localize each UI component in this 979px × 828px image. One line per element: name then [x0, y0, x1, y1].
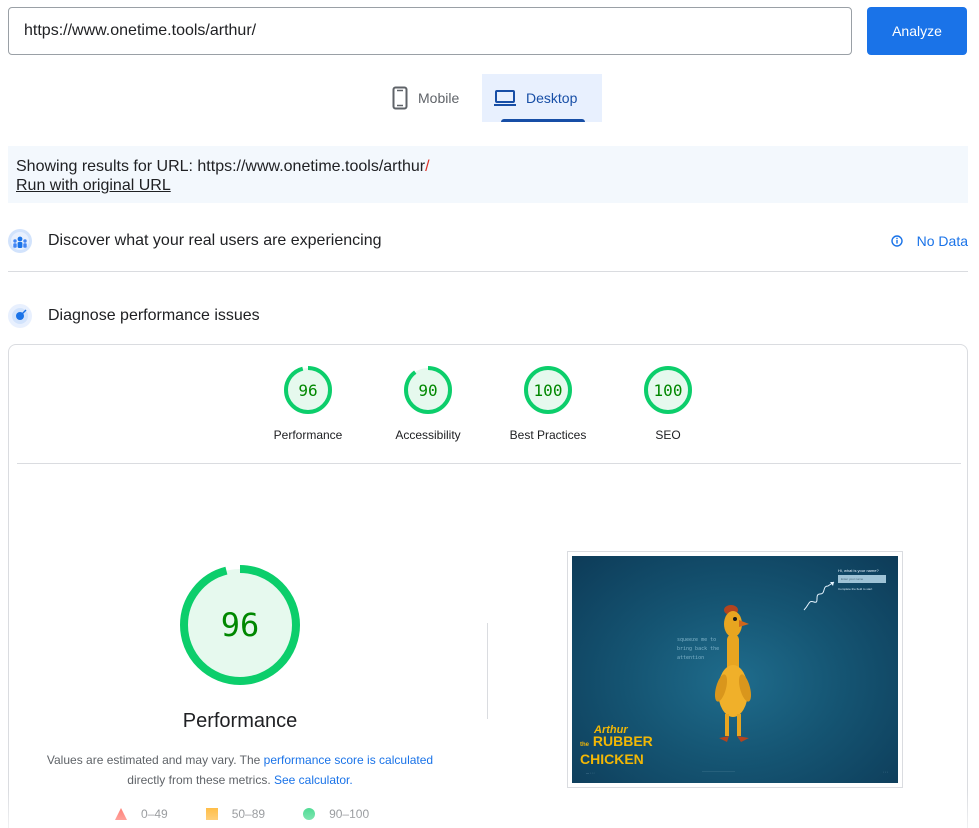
gauge-accessibility-value: 90 [418, 381, 437, 400]
gauge-ring: 96 [180, 565, 300, 685]
gauge-ring: 96 [284, 366, 332, 414]
disclaimer-text: Values are estimated and may vary. The [46, 753, 264, 767]
legend-poor-label: 0–49 [141, 807, 168, 821]
gauge-accessibility[interactable]: 90 Accessibility [368, 365, 488, 442]
vertical-divider [487, 623, 488, 719]
no-data-label: No Data [916, 233, 968, 249]
tab-mobile[interactable]: Mobile [380, 74, 482, 122]
performance-score-large: 96 [221, 606, 260, 644]
see-calculator-link[interactable]: See calculator. [274, 773, 353, 787]
gauge-seo[interactable]: 100 SEO [608, 365, 728, 442]
rubber-chicken-image [714, 605, 752, 742]
lab-data-section: Diagnose performance issues [8, 296, 968, 336]
screenshot-logo: the RUBBER CHICKEN [580, 734, 653, 766]
screenshot-footer-left: — ◦ ◦ ◦ [586, 771, 595, 775]
notice-slash: / [425, 158, 430, 175]
run-original-url-link[interactable]: Run with original URL [16, 177, 171, 194]
performance-gauge-large: 96 [180, 565, 300, 690]
score-legend: 0–49 50–89 90–100 [115, 807, 407, 821]
tab-desktop-label: Desktop [526, 90, 578, 106]
tab-desktop[interactable]: Desktop [482, 74, 602, 122]
tab-mobile-label: Mobile [418, 90, 460, 106]
square-icon [205, 808, 218, 820]
laptop-icon [494, 90, 516, 106]
card-divider [17, 463, 961, 464]
tab-active-indicator [501, 119, 585, 122]
smartphone-icon [392, 86, 408, 110]
gauge-best-practices[interactable]: 100 Best Practices [488, 365, 608, 442]
section-divider [8, 271, 968, 272]
url-notice: Showing results for URL: https://www.one… [8, 146, 968, 203]
gauge-best-practices-label: Best Practices [509, 428, 587, 442]
screenshot-prompt: Hi, what is your name? [838, 568, 879, 573]
performance-title: Performance [182, 710, 298, 732]
analyze-button[interactable]: Analyze [867, 7, 967, 55]
field-data-section: Discover what your real users are experi… [8, 221, 968, 261]
screenshot-continue-text: Complete the field to start [838, 587, 873, 591]
field-data-title: Discover what your real users are experi… [48, 232, 382, 249]
gauge-best-practices-value: 100 [534, 381, 563, 400]
gauge-ring: 100 [644, 366, 692, 414]
legend-good: 90–100 [303, 807, 369, 821]
circle-icon [303, 808, 316, 820]
screenshot-footer-right: ◦ ◦ ◦ [883, 770, 888, 774]
gauge-ring: 90 [404, 366, 452, 414]
gauge-ring: 100 [524, 366, 572, 414]
legend-average: 50–89 [205, 807, 266, 821]
disclaimer-text-2: directly from these metrics. [127, 773, 274, 787]
no-data-indicator[interactable]: No Data [890, 221, 968, 261]
score-calculated-link[interactable]: performance score is calculated [264, 753, 433, 767]
screenshot-image: Hi, what is your name? Enter your name C… [572, 556, 898, 783]
logo-the: the [580, 742, 589, 748]
gauge-seo-value: 100 [654, 381, 683, 400]
screenshot-name-field: Enter your name [838, 575, 886, 583]
gauge-seo-label: SEO [655, 428, 681, 442]
legend-average-label: 50–89 [231, 807, 266, 821]
device-tabs: Mobile Desktop [380, 74, 602, 122]
legend-poor: 0–49 [115, 807, 168, 821]
score-gauges: 96 Performance 90 Accessibility 100 Best… [9, 365, 967, 445]
squiggle-arrow-icon [803, 581, 835, 611]
logo-chicken: CHICKEN [580, 751, 644, 767]
legend-good-label: 90–100 [329, 807, 370, 821]
triangle-icon [115, 808, 127, 820]
logo-rubber: RUBBER [592, 733, 653, 749]
gauge-accessibility-label: Accessibility [395, 428, 461, 442]
info-icon [890, 235, 903, 247]
users-icon [8, 229, 32, 253]
gauge-performance-value: 96 [298, 381, 317, 400]
url-input[interactable] [8, 7, 852, 55]
screenshot-footer-center: ——————————— [702, 769, 735, 773]
notice-text: Showing results for URL: https://www.one… [16, 158, 426, 175]
diagnose-icon [8, 304, 32, 328]
lab-data-title: Diagnose performance issues [48, 307, 260, 324]
performance-disclaimer: Values are estimated and may vary. The p… [39, 750, 441, 790]
page-screenshot: Hi, what is your name? Enter your name C… [567, 551, 903, 788]
scores-card: 96 Performance 90 Accessibility 100 Best… [8, 344, 968, 828]
gauge-performance-label: Performance [273, 428, 343, 442]
gauge-performance[interactable]: 96 Performance [248, 365, 368, 442]
